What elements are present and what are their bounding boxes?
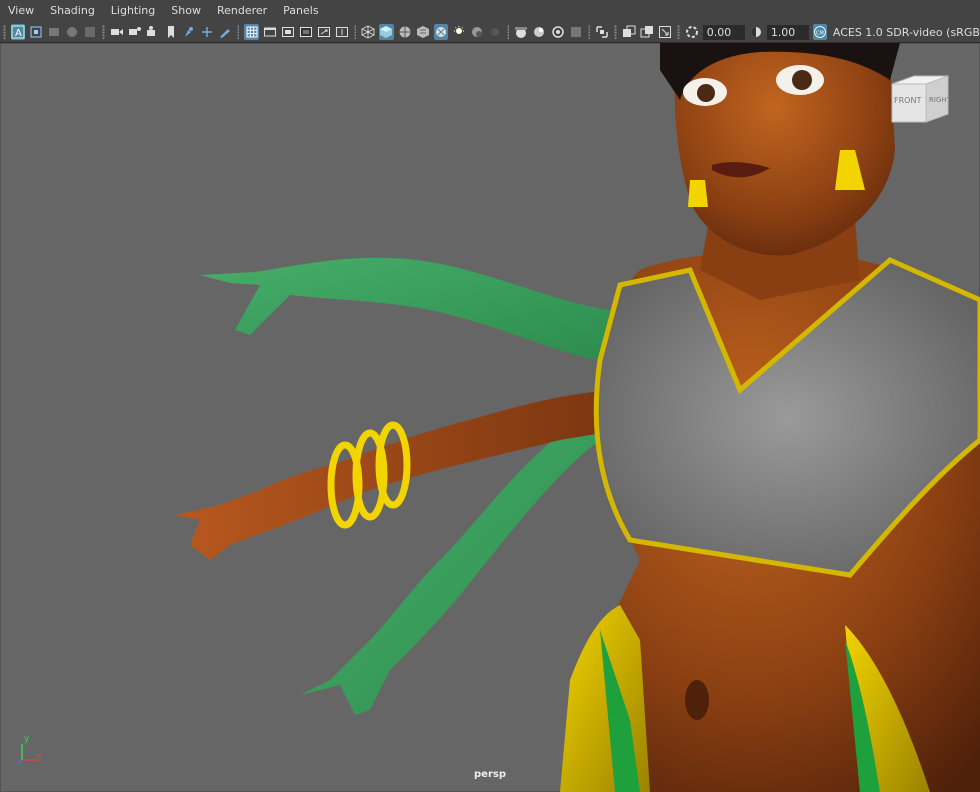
lights-icon[interactable] bbox=[433, 24, 448, 40]
gamma-field[interactable] bbox=[766, 24, 809, 40]
viewcube[interactable]: FRONT RIGHT bbox=[890, 74, 952, 124]
character-head bbox=[660, 43, 900, 256]
resolution-gate-icon[interactable] bbox=[281, 24, 295, 40]
textured-icon[interactable] bbox=[416, 24, 430, 40]
safe-action-icon[interactable] bbox=[335, 24, 349, 40]
viewcube-front-label[interactable]: FRONT bbox=[894, 96, 921, 105]
exposure-icon[interactable] bbox=[685, 24, 699, 40]
film-gate-icon[interactable] bbox=[263, 24, 277, 40]
anti-aliasing-icon[interactable] bbox=[640, 24, 654, 40]
xray-joints-icon[interactable] bbox=[532, 24, 546, 40]
pencil-icon[interactable] bbox=[218, 24, 232, 40]
wireframe-icon[interactable] bbox=[361, 24, 375, 40]
panel-menubar: View Shading Lighting Show Renderer Pane… bbox=[0, 0, 980, 22]
isolate-icon[interactable] bbox=[595, 24, 609, 40]
field-chart-icon[interactable] bbox=[317, 24, 331, 40]
gate-mask-icon[interactable] bbox=[299, 24, 313, 40]
scene-render bbox=[175, 43, 980, 792]
paint-icon[interactable] bbox=[182, 24, 196, 40]
color-management-icon[interactable]: CM bbox=[812, 24, 827, 40]
toolbar-divider bbox=[614, 25, 617, 39]
toolbar-divider bbox=[236, 25, 240, 39]
toolbar-divider bbox=[587, 25, 591, 39]
wireframe-on-shaded-icon[interactable] bbox=[398, 24, 412, 40]
panel-toolbar: A 0.00 1.00 CM ACES 1.0 SDR-video (sRGB bbox=[0, 22, 980, 43]
menu-renderer[interactable]: Renderer bbox=[209, 0, 275, 22]
ambient-occlusion-icon[interactable] bbox=[622, 24, 636, 40]
color-management-transform[interactable]: ACES 1.0 SDR-video (sRGB bbox=[829, 26, 980, 39]
smooth-shade-icon[interactable] bbox=[379, 24, 394, 40]
axis-gizmo: y x bbox=[12, 734, 48, 768]
axis-y-label: y bbox=[24, 734, 30, 744]
bookmark-icon[interactable] bbox=[164, 24, 178, 40]
image-plane-icon[interactable] bbox=[83, 24, 97, 40]
texture-smoothing-icon[interactable] bbox=[569, 24, 583, 40]
depth-of-field-icon[interactable] bbox=[658, 24, 672, 40]
toolbar-divider bbox=[353, 25, 357, 39]
svg-text:A: A bbox=[15, 28, 22, 39]
ghost-arm-upper bbox=[200, 257, 610, 360]
motion-blur-icon[interactable] bbox=[488, 24, 502, 40]
menu-show[interactable]: Show bbox=[163, 0, 209, 22]
lock-camera-icon[interactable] bbox=[29, 24, 43, 40]
ambient-occlusion-icon[interactable] bbox=[470, 24, 484, 40]
viewcube-right-label[interactable]: RIGHT bbox=[929, 96, 951, 104]
camera-bookmark-icon[interactable] bbox=[146, 24, 160, 40]
gamma-icon[interactable] bbox=[749, 24, 763, 40]
camera-attributes-icon[interactable] bbox=[128, 24, 142, 40]
3d-viewport[interactable]: FRONT RIGHT y x persp bbox=[0, 43, 980, 792]
axis-x-label: x bbox=[37, 752, 43, 762]
move-pivot-icon[interactable] bbox=[200, 24, 214, 40]
toolbar-handle[interactable] bbox=[3, 25, 6, 39]
menu-shading[interactable]: Shading bbox=[42, 0, 103, 22]
exposure-field[interactable] bbox=[702, 24, 745, 40]
xray-icon[interactable] bbox=[514, 24, 528, 40]
xray-components-icon[interactable] bbox=[551, 24, 565, 40]
camera-name-label: persp bbox=[474, 769, 506, 780]
film-camera-icon[interactable] bbox=[110, 24, 124, 40]
menu-panels[interactable]: Panels bbox=[275, 0, 326, 22]
svg-text:CM: CM bbox=[816, 31, 824, 37]
toolbar-divider bbox=[677, 25, 680, 39]
grid-icon[interactable] bbox=[244, 24, 259, 40]
menu-view[interactable]: View bbox=[0, 0, 42, 22]
bookmark-icon[interactable] bbox=[65, 24, 79, 40]
camera-attributes-icon[interactable] bbox=[47, 24, 61, 40]
shadows-icon[interactable] bbox=[452, 24, 466, 40]
menu-lighting[interactable]: Lighting bbox=[103, 0, 163, 22]
toolbar-divider bbox=[101, 25, 105, 39]
toolbar-divider bbox=[506, 25, 510, 39]
select-camera-icon[interactable]: A bbox=[10, 24, 25, 40]
